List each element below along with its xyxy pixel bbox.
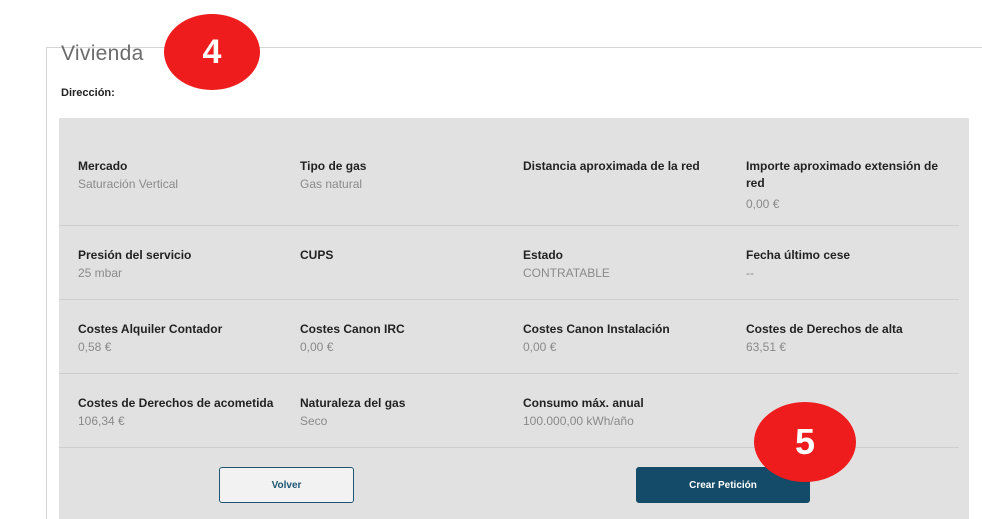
field-label: Fecha último cese: [746, 248, 851, 262]
field-value: 0,58 €: [78, 340, 112, 354]
field-distancia-red: Distancia aproximada de la red: [523, 158, 728, 176]
field-label: Tipo de gas: [300, 159, 367, 173]
field-label: Costes Canon IRC: [300, 322, 405, 336]
field-fecha-ultimo-cese: Fecha último cese --: [746, 247, 951, 282]
field-value: 0,00 €: [300, 340, 334, 354]
field-naturaleza-gas: Naturaleza del gas Seco: [300, 395, 505, 430]
field-label: Presión del servicio: [78, 248, 192, 262]
field-value: Seco: [300, 414, 328, 428]
field-label: Costes Canon Instalación: [523, 322, 670, 336]
field-value: 25 mbar: [78, 266, 123, 280]
field-value: 106,34 €: [78, 414, 125, 428]
field-derechos-alta: Costes de Derechos de alta 63,51 €: [746, 321, 951, 356]
annotation-badge-5: 5: [754, 402, 856, 482]
field-alquiler-contador: Costes Alquiler Contador 0,58 €: [78, 321, 283, 356]
field-value: 100.000,00 kWh/año: [523, 414, 634, 428]
field-value: 0,00 €: [746, 197, 780, 211]
field-importe-extension: Importe aproximado extensión de red 0,00…: [746, 158, 951, 213]
field-label: Costes de Derechos de acometida: [78, 396, 274, 410]
field-canon-instalacion: Costes Canon Instalación 0,00 €: [523, 321, 728, 356]
section-left-border: [46, 47, 47, 519]
field-value: --: [746, 266, 754, 280]
details-row: Presión del servicio 25 mbar CUPS Estado…: [59, 225, 959, 300]
field-label: Estado: [523, 248, 564, 262]
field-label: Distancia aproximada de la red: [523, 159, 700, 173]
field-label: Importe aproximado extensión de red: [746, 159, 939, 190]
field-label: Mercado: [78, 159, 128, 173]
field-value: CONTRATABLE: [523, 266, 610, 280]
field-value: 0,00 €: [523, 340, 557, 354]
annotation-badge-4: 4: [164, 14, 260, 90]
back-button[interactable]: Volver: [219, 467, 354, 503]
address-label: Dirección:: [61, 87, 115, 99]
field-derechos-acometida: Costes de Derechos de acometida 106,34 €: [78, 395, 283, 430]
details-row: Mercado Saturación Vertical Tipo de gas …: [59, 118, 959, 226]
field-presion-servicio: Presión del servicio 25 mbar: [78, 247, 283, 282]
field-mercado: Mercado Saturación Vertical: [78, 158, 283, 193]
section-title: Vivienda: [61, 42, 144, 65]
field-label: Costes de Derechos de alta: [746, 322, 903, 336]
field-cups: CUPS: [300, 247, 505, 265]
field-label: Consumo máx. anual: [523, 396, 644, 410]
field-value: Saturación Vertical: [78, 177, 179, 191]
field-value: Gas natural: [300, 177, 363, 191]
field-label: CUPS: [300, 248, 334, 262]
field-estado: Estado CONTRATABLE: [523, 247, 728, 282]
field-value: 63,51 €: [746, 340, 787, 354]
field-label: Naturaleza del gas: [300, 396, 406, 410]
details-row: Costes Alquiler Contador 0,58 € Costes C…: [59, 299, 959, 374]
field-tipo-gas: Tipo de gas Gas natural: [300, 158, 505, 193]
field-canon-irc: Costes Canon IRC 0,00 €: [300, 321, 505, 356]
field-consumo-max-anual: Consumo máx. anual 100.000,00 kWh/año: [523, 395, 728, 430]
field-label: Costes Alquiler Contador: [78, 322, 223, 336]
